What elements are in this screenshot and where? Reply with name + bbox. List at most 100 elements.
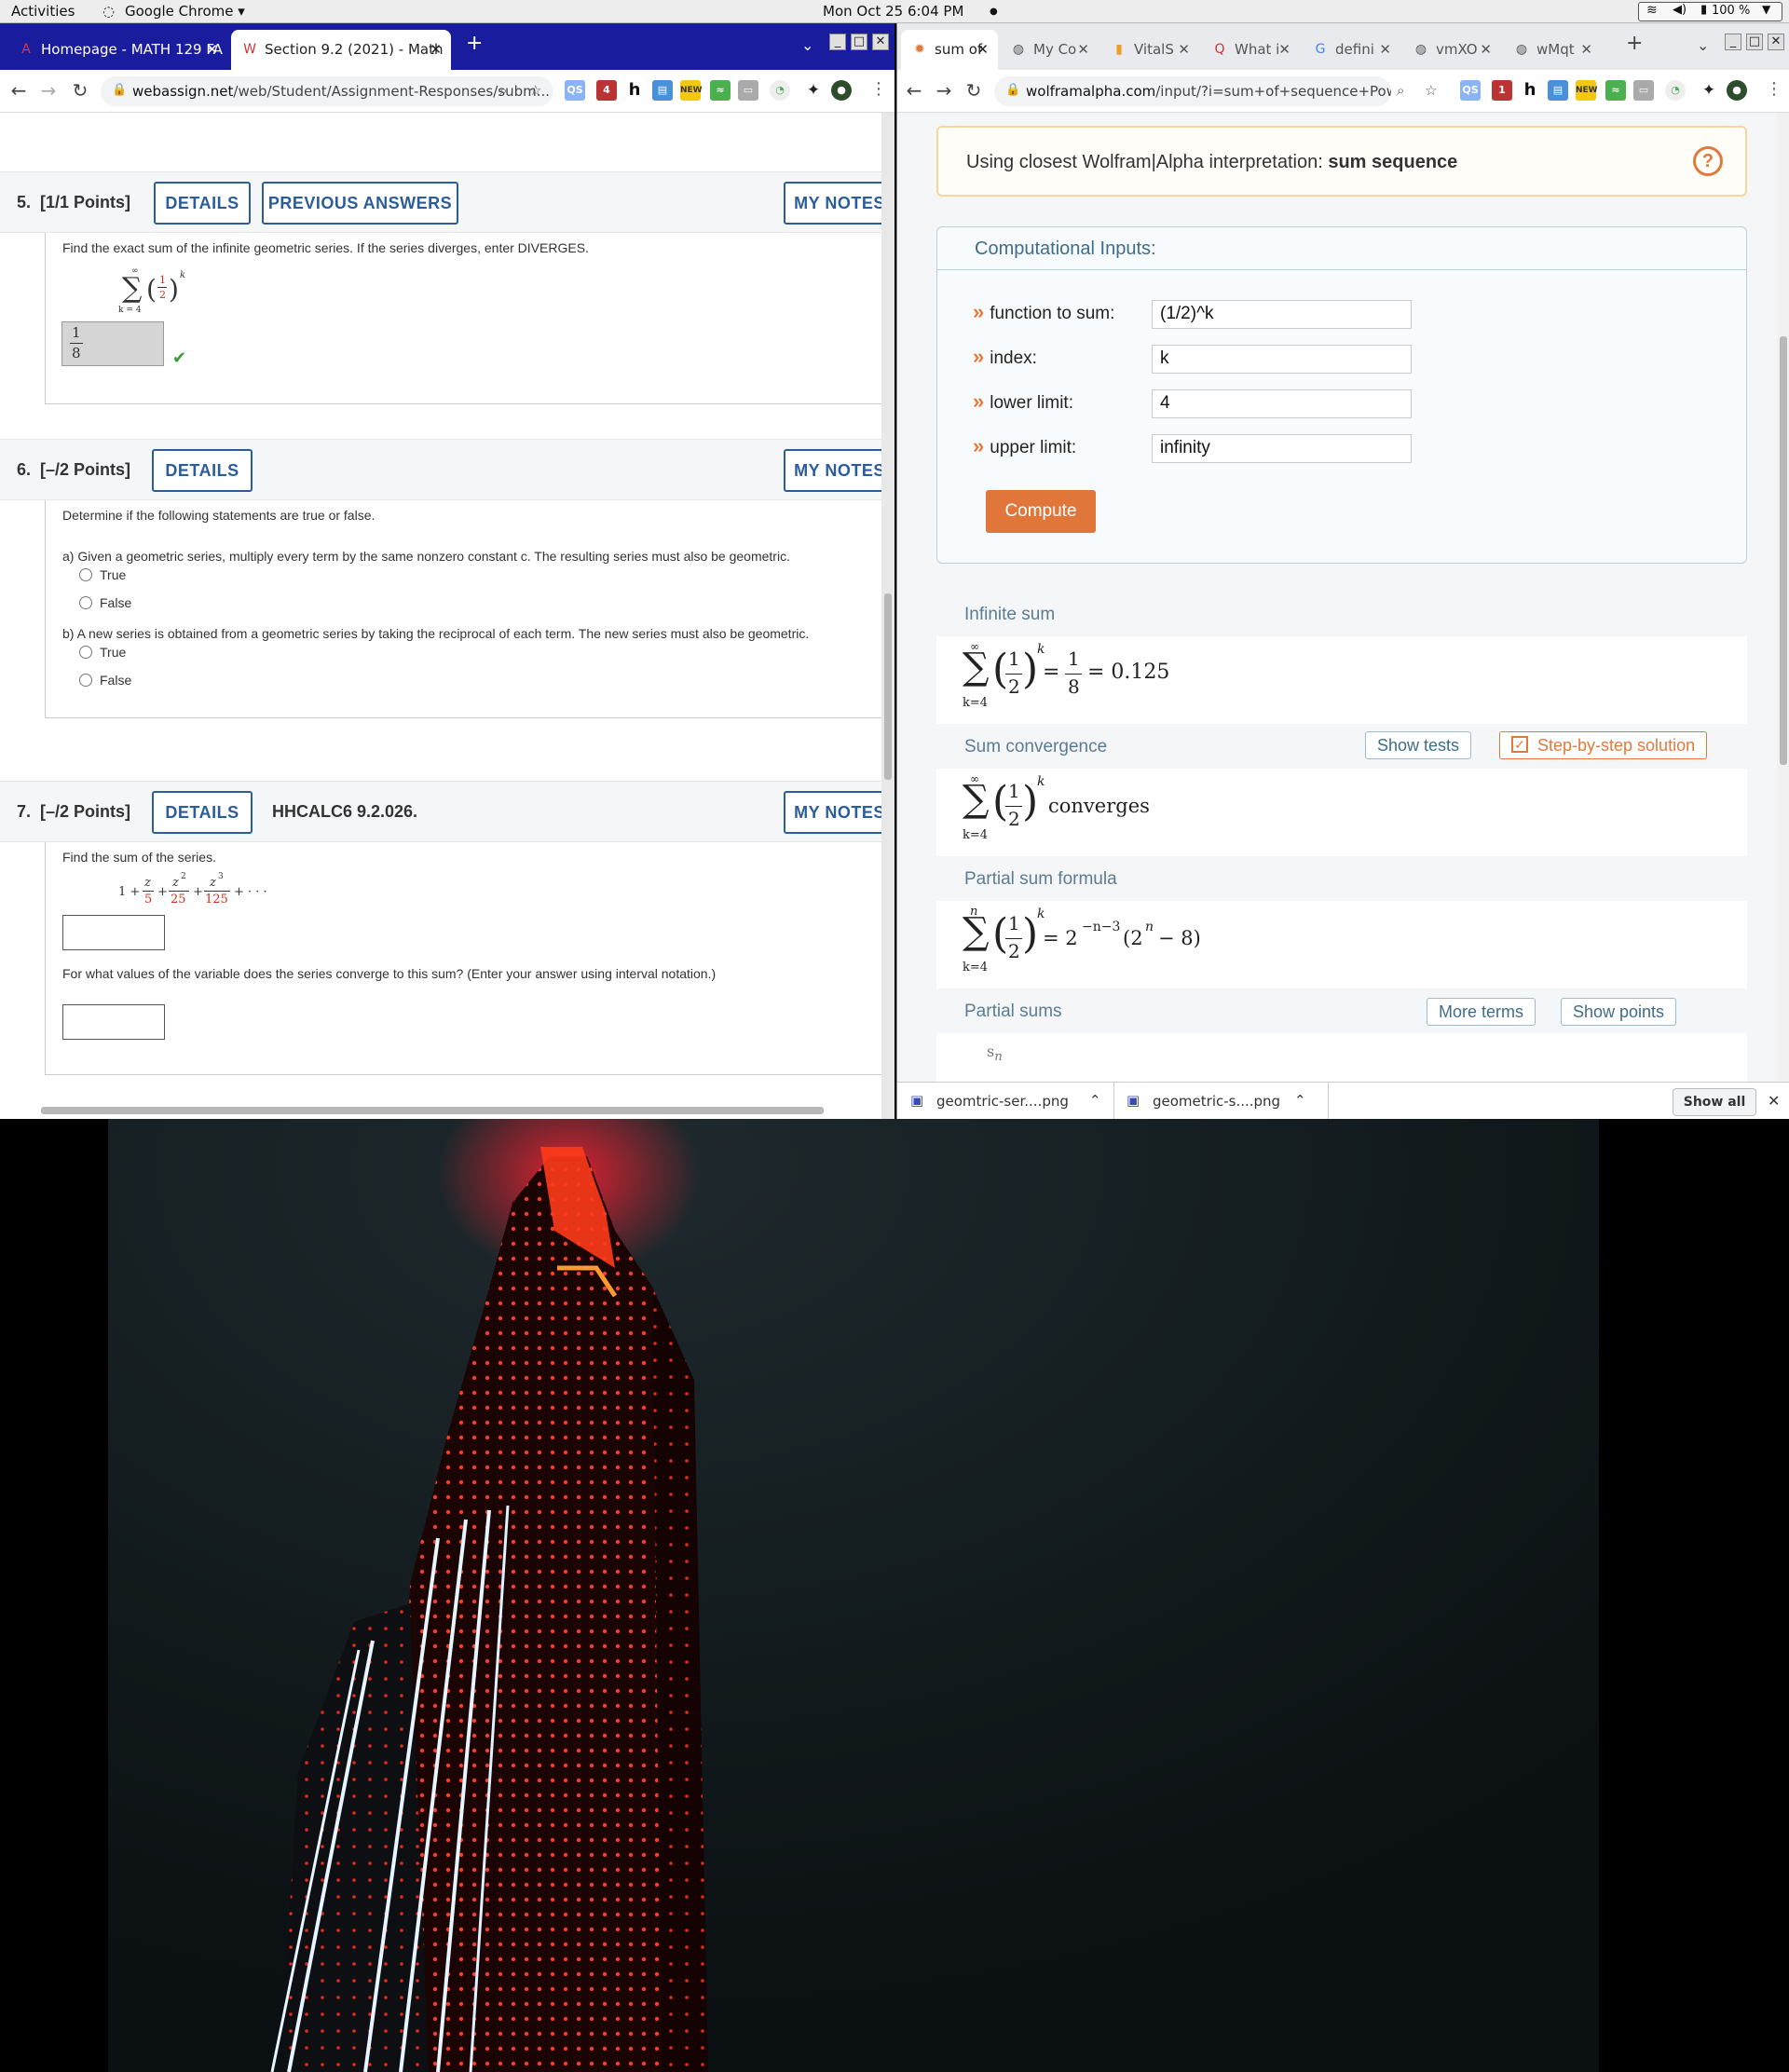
- app-menu[interactable]: Google Chrome ▾: [125, 3, 245, 20]
- new-tab-icon[interactable]: +: [1626, 32, 1643, 55]
- tab-homepage[interactable]: A Homepage - MATH 129 FA ✕: [7, 30, 227, 70]
- vertical-scrollbar[interactable]: [881, 113, 894, 1119]
- step-by-step-button[interactable]: ✓ Step-by-step solution: [1499, 731, 1708, 759]
- extension-icon[interactable]: NEW: [680, 80, 703, 101]
- vertical-scrollbar[interactable]: [1777, 113, 1789, 1082]
- zoom-icon[interactable]: ⌕: [1397, 82, 1404, 99]
- tab-wmqt[interactable]: ◍ wMqt ✕: [1503, 30, 1602, 70]
- part-b-false-radio[interactable]: [79, 674, 92, 687]
- details-button[interactable]: DETAILS: [152, 791, 253, 834]
- tab-definition[interactable]: G defini ✕: [1302, 30, 1400, 70]
- scrollbar-thumb[interactable]: [41, 1107, 824, 1114]
- close-window-icon[interactable]: ✕: [872, 34, 889, 50]
- address-bar[interactable]: 🔒 webassign.net/web/Student/Assignment-R…: [101, 76, 553, 106]
- my-notes-button[interactable]: MY NOTES: [784, 791, 881, 834]
- minimize-icon[interactable]: _: [1725, 34, 1741, 50]
- part-a-true-radio[interactable]: [79, 568, 92, 581]
- tab-search-icon[interactable]: ⌄: [801, 36, 813, 54]
- help-icon[interactable]: ?: [1693, 146, 1723, 176]
- forward-icon[interactable]: →: [37, 79, 60, 102]
- scrollbar-thumb[interactable]: [1780, 336, 1787, 765]
- tab-section-9-2[interactable]: W Section 9.2 (2021) - Math ✕: [231, 30, 451, 70]
- extension-icon[interactable]: NEW: [1576, 80, 1598, 101]
- reload-icon[interactable]: ↻: [963, 79, 985, 102]
- more-terms-button[interactable]: More terms: [1427, 998, 1536, 1026]
- extension-icon[interactable]: ◔: [770, 80, 790, 101]
- new-tab-icon[interactable]: +: [466, 32, 483, 55]
- menu-kebab-icon[interactable]: ⋮: [870, 79, 887, 99]
- chevron-up-icon[interactable]: ⌃: [1294, 1092, 1306, 1109]
- part-b-true-radio[interactable]: [79, 646, 92, 659]
- answer-5-box[interactable]: 1 8: [61, 321, 164, 366]
- tab-wolfram-sum[interactable]: ✹ sum of ✕: [901, 30, 998, 70]
- close-window-icon[interactable]: ✕: [1768, 34, 1784, 50]
- previous-answers-button[interactable]: PREVIOUS ANSWERS: [262, 182, 458, 225]
- close-icon[interactable]: ✕: [1480, 41, 1492, 58]
- bookmark-star-icon[interactable]: ☆: [529, 82, 541, 99]
- activities-button[interactable]: Activities: [11, 3, 75, 20]
- my-notes-button[interactable]: MY NOTES: [784, 449, 881, 492]
- reload-icon[interactable]: ↻: [69, 79, 91, 102]
- extension-icon[interactable]: 4: [596, 80, 617, 101]
- download-item[interactable]: ▣ geometric-s....png ⌃: [1127, 1090, 1313, 1114]
- download-item[interactable]: ▣ geomtric-ser....png ⌃: [910, 1090, 1108, 1114]
- part-a-false-radio[interactable]: [79, 596, 92, 609]
- extension-icon[interactable]: ◔: [1665, 80, 1686, 101]
- extension-icon[interactable]: QS: [565, 80, 585, 101]
- extension-icon[interactable]: ▤: [1548, 80, 1568, 101]
- close-icon[interactable]: ✕: [1178, 41, 1190, 58]
- close-icon[interactable]: ✕: [1278, 41, 1291, 58]
- back-icon[interactable]: ←: [7, 79, 30, 102]
- bookmark-star-icon[interactable]: ☆: [1425, 82, 1437, 99]
- close-icon[interactable]: ✕: [976, 41, 989, 58]
- close-icon[interactable]: ✕: [1379, 41, 1391, 58]
- close-icon[interactable]: ✕: [1077, 41, 1089, 58]
- details-button[interactable]: DETAILS: [152, 449, 253, 492]
- extension-icon[interactable]: ≈: [1605, 80, 1626, 101]
- avatar[interactable]: ●: [831, 80, 852, 101]
- interpretation-value[interactable]: sum sequence: [1328, 152, 1457, 172]
- scrollbar-thumb[interactable]: [884, 593, 892, 780]
- close-icon[interactable]: ✕: [1580, 41, 1592, 58]
- chevron-up-icon[interactable]: ⌃: [1089, 1092, 1101, 1109]
- extension-icon[interactable]: ≈: [710, 80, 731, 101]
- series-sum-input[interactable]: [62, 915, 165, 950]
- my-notes-button[interactable]: MY NOTES: [784, 182, 881, 225]
- details-button[interactable]: DETAILS: [154, 182, 251, 225]
- upper-limit-input[interactable]: infinity: [1152, 434, 1412, 463]
- zoom-icon[interactable]: ⌕: [499, 82, 507, 99]
- avatar[interactable]: ●: [1727, 80, 1747, 101]
- tab-what-is[interactable]: Q What i ✕: [1201, 30, 1300, 70]
- tab-vitals[interactable]: ▮ VitalS ✕: [1100, 30, 1199, 70]
- forward-icon[interactable]: →: [933, 79, 955, 102]
- extension-icon[interactable]: ▭: [1633, 80, 1654, 101]
- extension-icon[interactable]: h: [1520, 80, 1540, 101]
- extensions-puzzle-icon[interactable]: ✦: [1699, 80, 1719, 101]
- close-icon[interactable]: ✕: [430, 41, 442, 58]
- address-bar[interactable]: 🔒 wolframalpha.com/input/?i=sum+of+seque…: [994, 76, 1391, 106]
- interval-input[interactable]: [62, 1004, 165, 1040]
- horizontal-scrollbar[interactable]: [0, 1102, 881, 1119]
- tab-search-icon[interactable]: ⌄: [1697, 36, 1709, 54]
- show-all-button[interactable]: Show all: [1673, 1088, 1756, 1116]
- index-input[interactable]: k: [1152, 345, 1412, 374]
- show-points-button[interactable]: Show points: [1561, 998, 1677, 1026]
- extension-icon[interactable]: QS: [1460, 80, 1481, 101]
- extension-icon[interactable]: ▤: [652, 80, 673, 101]
- extension-icon[interactable]: h: [624, 80, 645, 101]
- function-to-sum-input[interactable]: (1/2)^k: [1152, 300, 1412, 329]
- lower-limit-input[interactable]: 4: [1152, 389, 1412, 418]
- show-tests-button[interactable]: Show tests: [1365, 731, 1472, 759]
- maximize-icon[interactable]: □: [851, 34, 867, 50]
- clock[interactable]: Mon Oct 25 6:04 PM: [823, 3, 963, 20]
- extension-icon[interactable]: ▭: [738, 80, 758, 101]
- tab-vmxo[interactable]: ◍ vmXO ✕: [1402, 30, 1501, 70]
- back-icon[interactable]: ←: [903, 79, 925, 102]
- menu-kebab-icon[interactable]: ⋮: [1766, 79, 1782, 99]
- extension-icon[interactable]: 1: [1492, 80, 1512, 101]
- compute-button[interactable]: Compute: [986, 490, 1096, 533]
- close-icon[interactable]: ✕: [206, 41, 218, 58]
- extensions-puzzle-icon[interactable]: ✦: [803, 80, 824, 101]
- close-icon[interactable]: ✕: [1768, 1092, 1780, 1110]
- maximize-icon[interactable]: □: [1746, 34, 1763, 50]
